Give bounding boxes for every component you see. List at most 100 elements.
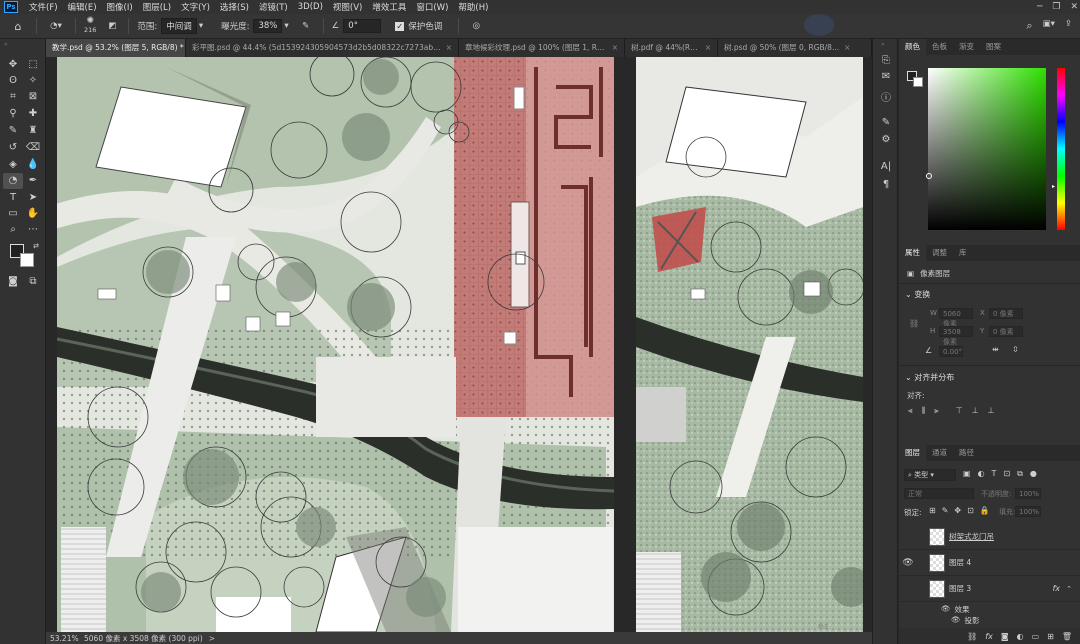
tab-doc-5[interactable]: 树.psd @ 50% (图层 0, RGB/8... ×: [718, 39, 872, 57]
magic-wand-icon[interactable]: ✧: [25, 73, 41, 89]
angle-input[interactable]: 0°: [343, 19, 382, 33]
tab-doc-2[interactable]: 彩平图.psd @ 44.4% (5d153924305904573d2b5d0…: [186, 39, 459, 57]
filter-adjust-icon[interactable]: ◐: [978, 469, 985, 479]
info-icon[interactable]: ⓘ: [878, 89, 894, 105]
new-adjustment-icon[interactable]: ◐: [1017, 632, 1024, 641]
background-color-swatch[interactable]: [20, 253, 34, 267]
x-field[interactable]: 0 像素: [989, 308, 1023, 319]
tab-channels[interactable]: 通道: [926, 445, 953, 461]
new-layer-icon[interactable]: ⊞: [1047, 632, 1054, 641]
brush-tool-icon[interactable]: ✎: [5, 123, 21, 139]
lock-artboard-icon[interactable]: ⊡: [967, 506, 974, 515]
align-top-icon[interactable]: ⊤: [956, 406, 963, 416]
lock-all-icon[interactable]: 🔒: [980, 506, 990, 515]
height-field[interactable]: 3508 像素: [939, 326, 973, 346]
fx-icon[interactable]: fx: [1052, 584, 1060, 593]
brush-picker[interactable]: ✺ 216: [84, 17, 96, 35]
link-icon[interactable]: ⛓: [909, 319, 919, 328]
screen-mode-icon[interactable]: ⧉: [25, 274, 41, 290]
layer-filter-select[interactable]: ⌕ 类型 ▾: [904, 469, 956, 481]
align-section[interactable]: ⌄ 对齐并分布: [905, 372, 954, 383]
layer-row[interactable]: 树架式龙门吊: [899, 524, 1080, 550]
menu-help[interactable]: 帮助(H): [453, 1, 493, 13]
lock-move-icon[interactable]: ✥: [954, 506, 961, 515]
hue-slider[interactable]: [1057, 68, 1065, 230]
filter-pixel-icon[interactable]: ▣: [963, 469, 971, 479]
align-left-icon[interactable]: ⫷: [908, 406, 913, 416]
dodge-tool-preset-icon[interactable]: ◔▾: [45, 21, 67, 31]
move-tool-icon[interactable]: ✥: [5, 57, 21, 73]
minimize-icon[interactable]: ─: [1037, 2, 1042, 12]
frame-tool-icon[interactable]: ⊠: [25, 89, 41, 105]
tab-layers[interactable]: 图层: [899, 445, 926, 461]
range-select[interactable]: 中间调: [161, 18, 197, 34]
menu-plugins[interactable]: 增效工具: [367, 1, 411, 13]
menu-select[interactable]: 选择(S): [215, 1, 254, 13]
swap-colors-icon[interactable]: ⇄: [28, 238, 44, 254]
tab-doc-1[interactable]: 教学.psd @ 53.2% (图层 5, RGB/8) *×: [46, 39, 186, 57]
y-field[interactable]: 0 像素: [989, 326, 1023, 337]
opacity-input[interactable]: 100%: [1015, 488, 1041, 499]
align-bottom-icon[interactable]: ⊥: [988, 406, 995, 416]
delete-layer-icon[interactable]: 🗑: [1062, 632, 1072, 641]
lock-brush-icon[interactable]: ✎: [942, 506, 949, 515]
new-group-icon[interactable]: ▭: [1032, 632, 1040, 641]
maximize-icon[interactable]: ❐: [1052, 2, 1060, 12]
blur-tool-icon[interactable]: 💧: [25, 157, 41, 173]
menu-3d[interactable]: 3D(D): [293, 2, 328, 12]
history-brush-icon[interactable]: ↺: [5, 140, 21, 156]
lasso-tool-icon[interactable]: ʘ: [5, 73, 21, 89]
tab-doc-3[interactable]: 章地候彩纹理.psd @ 100% (图层 1, RGB/... ×: [459, 39, 625, 57]
rotation-field[interactable]: 0.00°: [939, 346, 963, 357]
bg-color-mini[interactable]: [913, 77, 923, 87]
menu-type[interactable]: 文字(Y): [176, 1, 215, 13]
layer-name[interactable]: 图层 4: [949, 557, 971, 568]
stamp-tool-icon[interactable]: ♜: [25, 123, 41, 139]
rectangle-tool-icon[interactable]: ▭: [5, 206, 21, 222]
paint-bucket-icon[interactable]: ◈: [5, 157, 21, 173]
color-field[interactable]: [928, 68, 1046, 230]
exposure-input[interactable]: 38%: [253, 19, 283, 33]
collapse-arrows-icon[interactable]: »: [881, 41, 885, 48]
chevron-down-icon[interactable]: ⌃: [1066, 585, 1072, 593]
canvas-area[interactable]: 标注: [46, 57, 872, 632]
eyedropper-icon[interactable]: ⚲: [5, 106, 21, 122]
layer-row[interactable]: 👁 图层 4: [899, 550, 1080, 576]
path-select-icon[interactable]: ➤: [25, 190, 41, 206]
close-icon[interactable]: ×: [446, 39, 452, 57]
width-field[interactable]: 5060 像素: [939, 308, 973, 328]
menu-filter[interactable]: 滤镜(T): [254, 1, 293, 13]
flip-horizontal-icon[interactable]: ⇹: [992, 345, 999, 354]
marquee-tool-icon[interactable]: ⬚: [25, 57, 41, 73]
layer-name[interactable]: 树架式龙门吊: [949, 531, 994, 542]
protect-tones-checkbox[interactable]: ✓: [395, 21, 405, 31]
align-middle-icon[interactable]: ⊥: [972, 406, 979, 416]
history-panel-icon[interactable]: ⎘: [878, 55, 894, 71]
status-chevron-icon[interactable]: >: [209, 634, 215, 643]
hand-tool-icon[interactable]: ✋: [25, 206, 41, 222]
tab-swatches[interactable]: 色板: [926, 39, 953, 55]
layer-name[interactable]: 图层 3: [949, 583, 971, 594]
filter-type-icon[interactable]: T: [992, 469, 997, 479]
close-icon[interactable]: ✕: [1070, 2, 1078, 12]
share-icon[interactable]: ⇪: [1065, 19, 1072, 33]
zoom-level[interactable]: 53.21%: [50, 634, 84, 643]
crop-tool-icon[interactable]: ⌗: [5, 89, 21, 105]
align-right-icon[interactable]: ⫸: [934, 406, 939, 416]
adjust-panel-icon[interactable]: ⚙: [878, 134, 894, 150]
align-center-h-icon[interactable]: ⫼: [922, 406, 926, 416]
add-style-icon[interactable]: fx: [985, 632, 993, 641]
more-tools-icon[interactable]: ⋯: [25, 222, 41, 238]
menu-layer[interactable]: 图层(L): [138, 1, 176, 13]
tab-color[interactable]: 颜色: [899, 39, 926, 55]
type-tool-icon[interactable]: T: [5, 190, 21, 206]
dodge-tool-icon[interactable]: ◔: [3, 173, 23, 189]
filter-smart-icon[interactable]: ⧉: [1017, 469, 1023, 479]
paragraph-panel-icon[interactable]: ¶: [878, 179, 894, 195]
collapse-arrows-icon[interactable]: «: [4, 41, 8, 48]
eye-icon[interactable]: 👁: [941, 604, 951, 615]
transform-section[interactable]: ⌄ 变换: [905, 289, 930, 300]
brush-settings-icon[interactable]: ◩: [104, 21, 120, 31]
menu-edit[interactable]: 编辑(E): [63, 1, 102, 13]
chevron-down-icon[interactable]: ▾: [284, 21, 288, 31]
